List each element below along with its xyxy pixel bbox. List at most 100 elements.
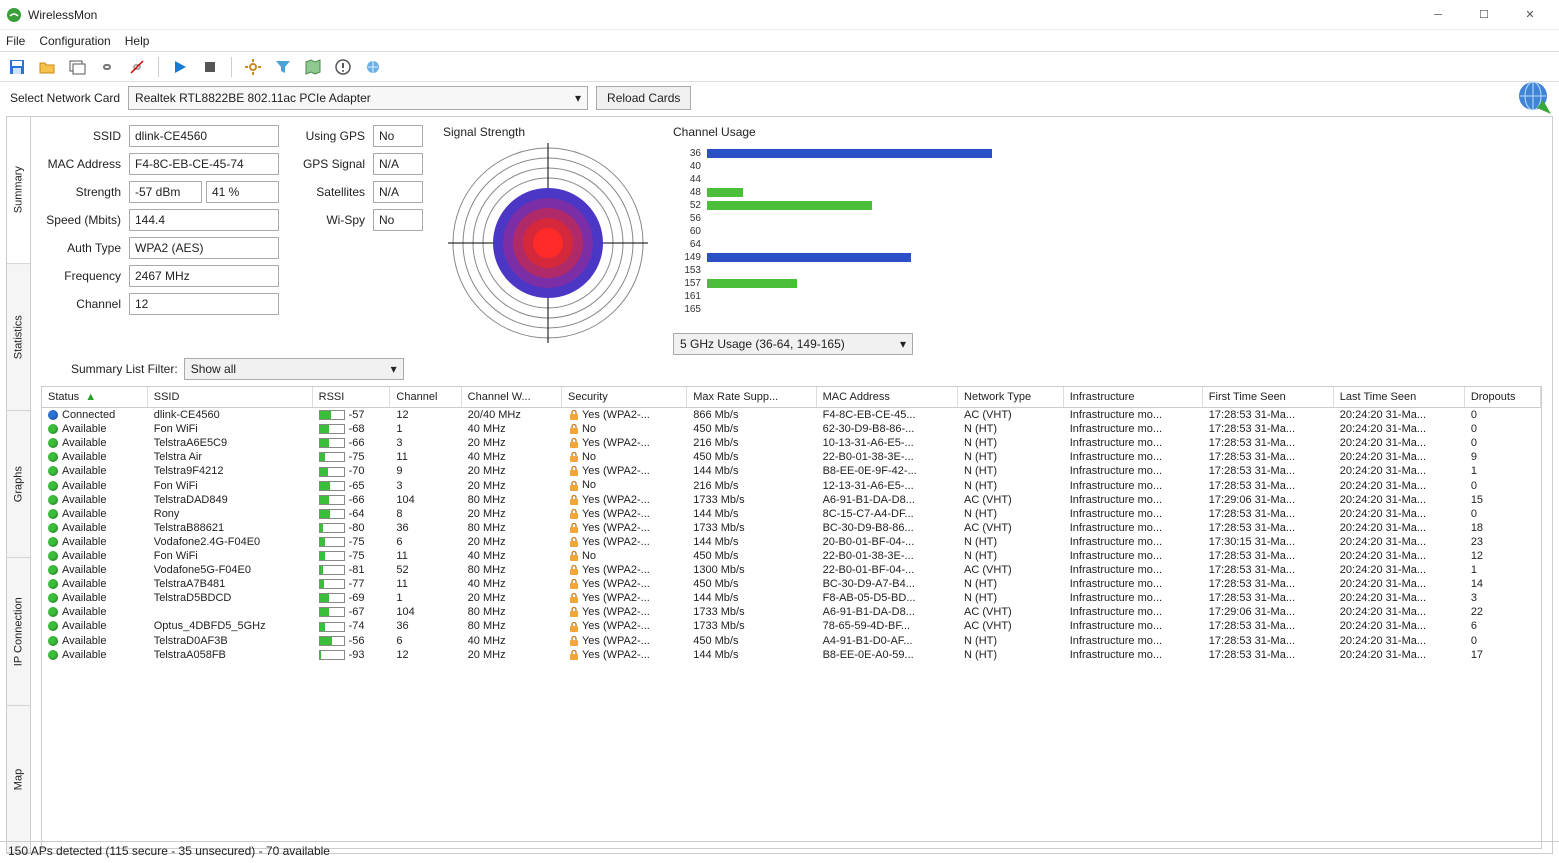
cell-max-rate: 450 Mb/s bbox=[687, 450, 816, 464]
lock-icon bbox=[568, 437, 580, 449]
channel-usage-combo[interactable]: 5 GHz Usage (36-64, 149-165) ▾ bbox=[673, 333, 913, 355]
unlink-icon[interactable] bbox=[126, 56, 148, 78]
cell-rssi: -69 bbox=[312, 591, 390, 605]
menubar: File Configuration Help bbox=[0, 30, 1559, 52]
cell-status: Available bbox=[42, 648, 147, 662]
filter-icon[interactable] bbox=[272, 56, 294, 78]
col-rssi[interactable]: RSSI bbox=[312, 387, 390, 408]
cell-max-rate: 450 Mb/s bbox=[687, 634, 816, 648]
save-icon[interactable] bbox=[6, 56, 28, 78]
close-button[interactable]: ✕ bbox=[1507, 1, 1553, 29]
table-row[interactable]: AvailableTelstra9F4212-70920 MHzYes (WPA… bbox=[42, 464, 1541, 478]
table-row[interactable]: AvailableFon WiFi-65320 MHzNo216 Mb/s12-… bbox=[42, 478, 1541, 492]
col-security[interactable]: Security bbox=[561, 387, 686, 408]
cell-ssid: Fon WiFi bbox=[147, 422, 312, 436]
mac-field[interactable]: F4-8C-EB-CE-45-74 bbox=[129, 153, 279, 175]
cell-channel-width: 40 MHz bbox=[461, 577, 561, 591]
col-last-time-seen[interactable]: Last Time Seen bbox=[1333, 387, 1464, 408]
cell-infrastructure: Infrastructure mo... bbox=[1063, 577, 1202, 591]
cell-last-seen: 20:24:20 31-Ma... bbox=[1333, 436, 1464, 450]
cell-network-type: AC (VHT) bbox=[958, 619, 1064, 633]
minimize-button[interactable]: ─ bbox=[1415, 1, 1461, 29]
ap-list-scroll[interactable]: Status▲SSIDRSSIChannelChannel W...Securi… bbox=[42, 387, 1541, 848]
col-network-type[interactable]: Network Type bbox=[958, 387, 1064, 408]
rssi-bar-icon bbox=[319, 495, 345, 505]
table-row[interactable]: AvailableTelstraDAD849-6610480 MHzYes (W… bbox=[42, 493, 1541, 507]
table-row[interactable]: Available-6710480 MHzYes (WPA2-...1733 M… bbox=[42, 605, 1541, 619]
table-row[interactable]: Connecteddlink-CE4560-571220/40 MHzYes (… bbox=[42, 408, 1541, 423]
select-nic-value: Realtek RTL8822BE 802.11ac PCIe Adapter bbox=[135, 91, 371, 105]
cell-channel-width: 20 MHz bbox=[461, 507, 561, 521]
menu-help[interactable]: Help bbox=[125, 34, 150, 48]
channel-label: 52 bbox=[673, 200, 701, 211]
cell-channel-width: 40 MHz bbox=[461, 422, 561, 436]
col-first-time-seen[interactable]: First Time Seen bbox=[1202, 387, 1333, 408]
col-max-rate-supp-[interactable]: Max Rate Supp... bbox=[687, 387, 816, 408]
cell-channel-width: 80 MHz bbox=[461, 521, 561, 535]
link-icon[interactable] bbox=[96, 56, 118, 78]
menu-configuration[interactable]: Configuration bbox=[39, 34, 110, 48]
cell-network-type: N (HT) bbox=[958, 577, 1064, 591]
cell-last-seen: 20:24:20 31-Ma... bbox=[1333, 577, 1464, 591]
table-row[interactable]: AvailableFon WiFi-751140 MHzNo450 Mb/s22… bbox=[42, 549, 1541, 563]
status-dot-icon bbox=[48, 523, 58, 533]
menu-file[interactable]: File bbox=[6, 34, 25, 48]
new-window-icon[interactable] bbox=[66, 56, 88, 78]
table-row[interactable]: AvailableVodafone5G-F04E0-815280 MHzYes … bbox=[42, 563, 1541, 577]
cell-channel: 3 bbox=[390, 436, 461, 450]
lock-icon bbox=[568, 494, 580, 506]
tab-graphs[interactable]: Graphs bbox=[7, 411, 30, 558]
cell-ssid: Fon WiFi bbox=[147, 478, 312, 492]
warning-icon[interactable] bbox=[332, 56, 354, 78]
tab-ip-connection[interactable]: IP Connection bbox=[7, 559, 30, 706]
maximize-button[interactable]: ☐ bbox=[1461, 1, 1507, 29]
table-row[interactable]: AvailableTelstraA7B481-771140 MHzYes (WP… bbox=[42, 577, 1541, 591]
channel-label: Channel bbox=[41, 293, 125, 315]
tab-statistics[interactable]: Statistics bbox=[7, 264, 30, 411]
open-icon[interactable] bbox=[36, 56, 58, 78]
col-mac-address[interactable]: MAC Address bbox=[816, 387, 957, 408]
cell-first-seen: 17:28:53 31-Ma... bbox=[1202, 422, 1333, 436]
reload-cards-button[interactable]: Reload Cards bbox=[596, 86, 691, 110]
table-row[interactable]: AvailableTelstra Air-751140 MHzNo450 Mb/… bbox=[42, 450, 1541, 464]
cell-rssi: -68 bbox=[312, 422, 390, 436]
table-row[interactable]: AvailableOptus_4DBFD5_5GHz-743680 MHzYes… bbox=[42, 619, 1541, 633]
cell-status: Available bbox=[42, 422, 147, 436]
tab-map[interactable]: Map bbox=[7, 706, 30, 853]
table-row[interactable]: AvailableTelstraD0AF3B-56640 MHzYes (WPA… bbox=[42, 634, 1541, 648]
table-row[interactable]: AvailableVodafone2.4G-F04E0-75620 MHzYes… bbox=[42, 535, 1541, 549]
col-status[interactable]: Status▲ bbox=[42, 387, 147, 408]
col-channel-w-[interactable]: Channel W... bbox=[461, 387, 561, 408]
play-icon[interactable] bbox=[169, 56, 191, 78]
cell-infrastructure: Infrastructure mo... bbox=[1063, 634, 1202, 648]
table-row[interactable]: AvailableTelstraB88621-803680 MHzYes (WP… bbox=[42, 521, 1541, 535]
rssi-bar-icon bbox=[319, 622, 345, 632]
table-row[interactable]: AvailableTelstraA058FB-931220 MHzYes (WP… bbox=[42, 648, 1541, 662]
cell-last-seen: 20:24:20 31-Ma... bbox=[1333, 507, 1464, 521]
tab-summary[interactable]: Summary bbox=[7, 117, 30, 264]
cell-rssi: -75 bbox=[312, 549, 390, 563]
table-row[interactable]: AvailableFon WiFi-68140 MHzNo450 Mb/s62-… bbox=[42, 422, 1541, 436]
cell-channel-width: 20 MHz bbox=[461, 535, 561, 549]
map-icon[interactable] bbox=[302, 56, 324, 78]
stop-icon[interactable] bbox=[199, 56, 221, 78]
cell-mac: 12-13-31-A6-E5-... bbox=[816, 478, 957, 492]
table-row[interactable]: AvailableTelstraD5BDCD-69120 MHzYes (WPA… bbox=[42, 591, 1541, 605]
gear-icon[interactable] bbox=[242, 56, 264, 78]
select-nic-combo[interactable]: Realtek RTL8822BE 802.11ac PCIe Adapter … bbox=[128, 86, 588, 110]
toolbar-divider bbox=[231, 57, 232, 77]
table-row[interactable]: AvailableRony-64820 MHzYes (WPA2-...144 … bbox=[42, 507, 1541, 521]
cell-last-seen: 20:24:20 31-Ma... bbox=[1333, 619, 1464, 633]
cell-channel-width: 80 MHz bbox=[461, 605, 561, 619]
ssid-field[interactable]: dlink-CE4560 bbox=[129, 125, 279, 147]
refresh-globe-icon[interactable] bbox=[362, 56, 384, 78]
cell-infrastructure: Infrastructure mo... bbox=[1063, 619, 1202, 633]
filter-combo[interactable]: Show all ▾ bbox=[184, 358, 404, 380]
col-infrastructure[interactable]: Infrastructure bbox=[1063, 387, 1202, 408]
channel-row: 60 bbox=[673, 225, 1542, 238]
col-channel[interactable]: Channel bbox=[390, 387, 461, 408]
col-dropouts[interactable]: Dropouts bbox=[1464, 387, 1540, 408]
table-row[interactable]: AvailableTelstraA6E5C9-66320 MHzYes (WPA… bbox=[42, 436, 1541, 450]
col-ssid[interactable]: SSID bbox=[147, 387, 312, 408]
cell-ssid: dlink-CE4560 bbox=[147, 408, 312, 423]
